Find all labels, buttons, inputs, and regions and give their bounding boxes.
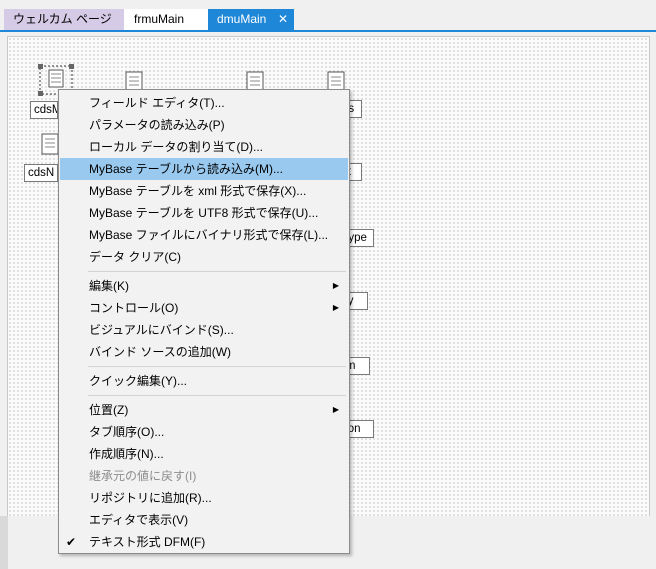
tab-frmumain[interactable]: frmuMain	[124, 9, 208, 31]
menu-item-label: フィールド エディタ(T)...	[89, 96, 225, 110]
menu-item-label: テキスト形式 DFM(F)	[89, 535, 206, 549]
menu-item-label: エディタで表示(V)	[89, 513, 189, 527]
chevron-right-icon: ▶	[332, 405, 339, 414]
active-tab-underline	[0, 30, 656, 32]
menu-item-label: MyBase ファイルにバイナリ形式で保存(L)...	[89, 228, 329, 242]
menu-item-label: クイック編集(Y)...	[89, 374, 187, 388]
menu-item-label: 編集(K)	[89, 279, 129, 293]
menu-item-label: MyBase テーブルを UTF8 形式で保存(U)...	[89, 206, 319, 220]
component-label: cdsN	[24, 164, 58, 182]
menu-item-assign-local-data[interactable]: ローカル データの割り当て(D)...	[60, 136, 348, 158]
menu-item-control[interactable]: コントロール(O) ▶	[60, 297, 348, 319]
menu-item-save-mybase-utf8[interactable]: MyBase テーブルを UTF8 形式で保存(U)...	[60, 202, 348, 224]
menu-item-label: 作成順序(N)...	[89, 447, 164, 461]
menu-separator	[88, 271, 346, 272]
menu-separator	[88, 395, 346, 396]
tab-label: frmuMain	[134, 12, 185, 26]
menu-item-creation-order[interactable]: 作成順序(N)...	[60, 443, 348, 465]
menu-item-revert-to-inherited: 継承元の値に戻す(I)	[60, 465, 348, 487]
menu-item-label: コントロール(O)	[89, 301, 179, 315]
menu-item-label: データ クリア(C)	[89, 250, 181, 264]
menu-item-add-bind-source[interactable]: バインド ソースの追加(W)	[60, 341, 348, 363]
menu-item-label: ローカル データの割り当て(D)...	[89, 140, 263, 154]
menu-item-label: タブ順序(O)...	[89, 425, 165, 439]
menu-item-field-editor[interactable]: フィールド エディタ(T)...	[60, 92, 348, 114]
menu-item-tab-order[interactable]: タブ順序(O)...	[60, 421, 348, 443]
menu-item-label: ビジュアルにバインド(S)...	[89, 323, 234, 337]
menu-item-add-to-repository[interactable]: リポジトリに追加(R)...	[60, 487, 348, 509]
chevron-right-icon: ▶	[332, 281, 339, 290]
menu-item-save-mybase-xml[interactable]: MyBase テーブルを xml 形式で保存(X)...	[60, 180, 348, 202]
menu-item-label: 位置(Z)	[89, 403, 129, 417]
menu-item-edit[interactable]: 編集(K) ▶	[60, 275, 348, 297]
menu-item-save-mybase-binary[interactable]: MyBase ファイルにバイナリ形式で保存(L)...	[60, 224, 348, 246]
menu-item-label: 継承元の値に戻す(I)	[89, 469, 197, 483]
menu-item-label: リポジトリに追加(R)...	[89, 491, 212, 505]
close-icon[interactable]: ✕	[278, 9, 288, 30]
tab-welcome-page[interactable]: ウェルカム ページ	[4, 9, 124, 31]
context-menu: フィールド エディタ(T)... パラメータの読み込み(P) ローカル データの…	[58, 89, 350, 554]
checkmark-icon: ✔	[66, 535, 77, 549]
menu-item-label: MyBase テーブルから読み込み(M)...	[89, 162, 283, 176]
menu-item-position[interactable]: 位置(Z) ▶	[60, 399, 348, 421]
tab-dmumain[interactable]: dmuMain ✕	[208, 9, 294, 31]
menu-item-label: MyBase テーブルを xml 形式で保存(X)...	[89, 184, 307, 198]
menu-item-quick-edit[interactable]: クイック編集(Y)...	[60, 370, 348, 392]
menu-item-load-mybase-table[interactable]: MyBase テーブルから読み込み(M)...	[60, 158, 348, 180]
menu-item-label: パラメータの読み込み(P)	[89, 118, 225, 132]
tab-label: ウェルカム ページ	[13, 12, 112, 26]
chevron-right-icon: ▶	[332, 303, 339, 312]
scrollbar[interactable]	[0, 516, 8, 569]
menu-item-label: バインド ソースの追加(W)	[89, 345, 232, 359]
editor-tab-bar: ウェルカム ページ frmuMain dmuMain ✕	[0, 0, 656, 32]
menu-item-fetch-params[interactable]: パラメータの読み込み(P)	[60, 114, 348, 136]
menu-item-clear-data[interactable]: データ クリア(C)	[60, 246, 348, 268]
menu-separator	[88, 366, 346, 367]
component-label: cdsM	[30, 101, 58, 119]
tab-label: dmuMain	[217, 12, 267, 26]
menu-item-text-dfm[interactable]: ✔ テキスト形式 DFM(F)	[60, 531, 348, 553]
menu-item-bind-visually[interactable]: ビジュアルにバインド(S)...	[60, 319, 348, 341]
menu-item-view-in-editor[interactable]: エディタで表示(V)	[60, 509, 348, 531]
